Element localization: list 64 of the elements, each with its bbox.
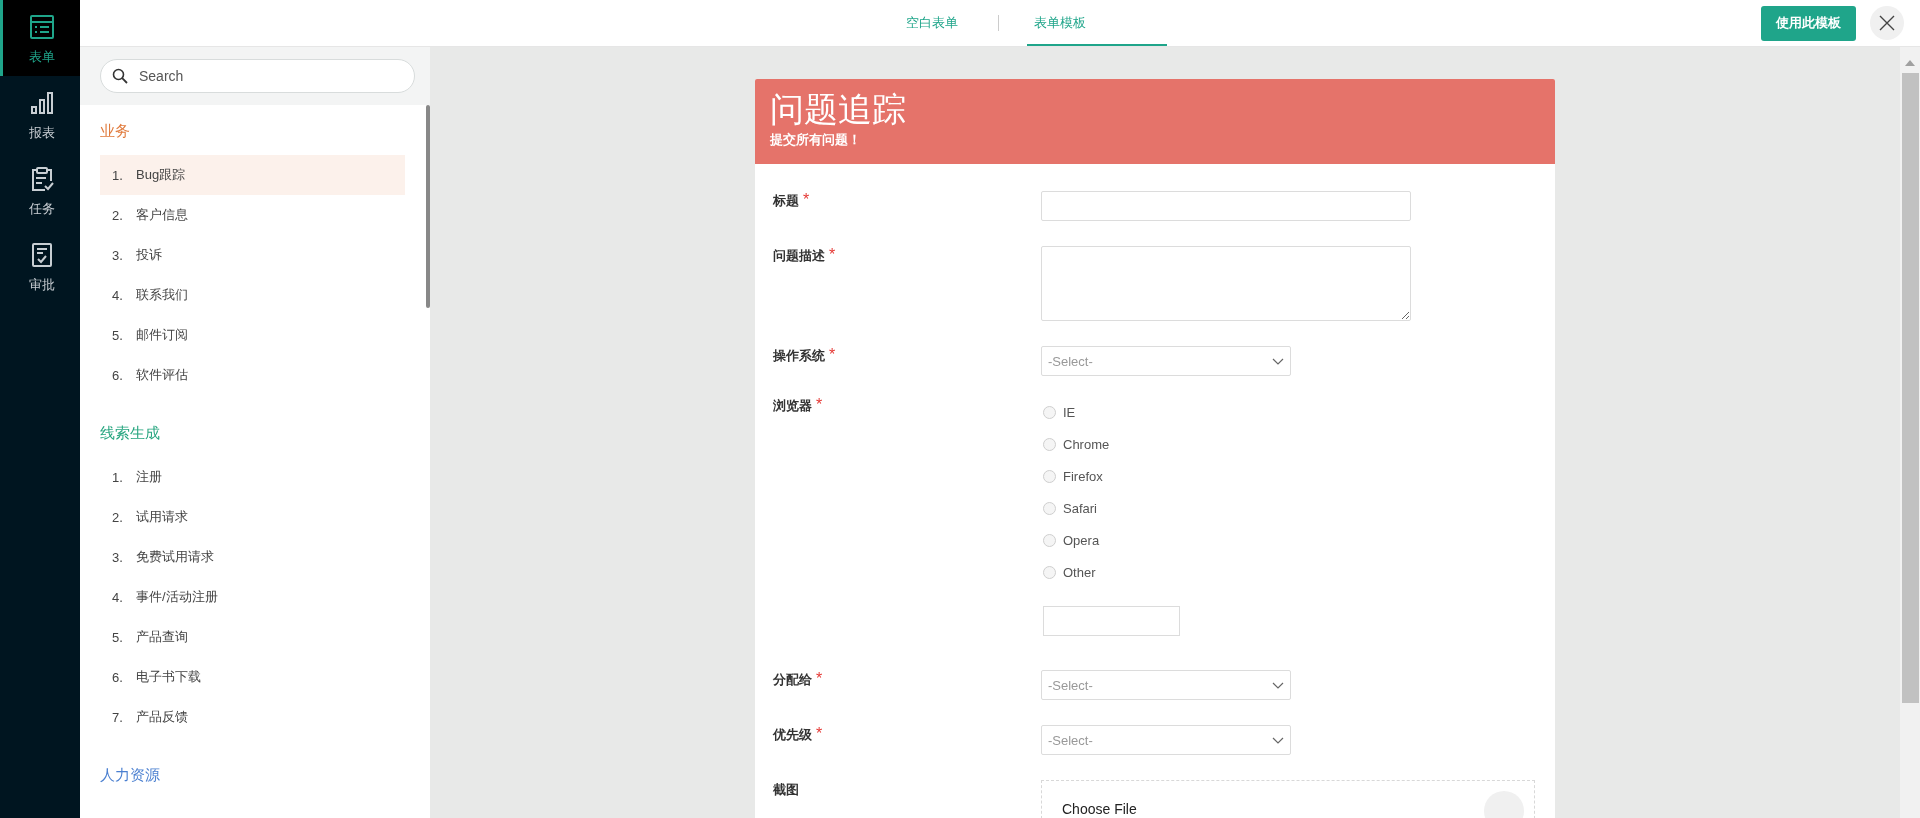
choose-file-button[interactable]: Choose File: [1062, 799, 1137, 818]
template-list-item[interactable]: 4. 事件/活动注册: [100, 577, 405, 617]
template-list-item[interactable]: 5. 产品查询: [100, 617, 405, 657]
search-field[interactable]: Search: [100, 59, 415, 93]
required-mark: *: [829, 346, 836, 363]
required-mark: *: [803, 191, 810, 208]
required-mark: *: [829, 246, 836, 263]
field-label: 分配给: [773, 671, 812, 687]
field-label: 标题: [773, 192, 799, 208]
section-title: 人力资源: [100, 765, 161, 785]
radio-button[interactable]: [1043, 565, 1056, 579]
close-button[interactable]: [1870, 6, 1904, 40]
file-dropzone[interactable]: Choose File: [1041, 780, 1535, 818]
template-list-item[interactable]: 2. 客户信息: [100, 195, 405, 235]
radio-button[interactable]: [1043, 533, 1056, 547]
nav-rail-item[interactable]: 报表: [0, 76, 80, 152]
radio-button[interactable]: [1043, 405, 1056, 419]
radio-option[interactable]: Chrome: [1041, 428, 1110, 460]
template-list-item[interactable]: 1. 注册: [100, 457, 405, 497]
scrollbar-thumb[interactable]: [426, 105, 430, 308]
nav-rail-item[interactable]: 表单: [0, 0, 80, 76]
chevron-down-icon: [1272, 357, 1284, 365]
search-icon: [112, 68, 128, 84]
template-list-item[interactable]: 6. 软件评估: [100, 355, 405, 395]
form-title: 问题追踪: [770, 89, 907, 129]
radio-button[interactable]: [1043, 501, 1056, 515]
template-list-item[interactable]: 2. 试用请求: [100, 497, 405, 537]
template-list-item[interactable]: 1. Bug跟踪: [100, 155, 405, 195]
form-icon: [27, 13, 56, 41]
required-mark: *: [816, 670, 823, 687]
textarea-field[interactable]: [1041, 246, 1411, 321]
required-mark: *: [816, 396, 823, 413]
nav-rail-item[interactable]: 任务: [0, 152, 80, 228]
field-label: 操作系统: [773, 347, 825, 363]
field-label: 问题描述: [773, 247, 825, 263]
field-label: 截图: [773, 781, 799, 797]
close-icon: [1879, 15, 1895, 31]
radio-option[interactable]: Safari: [1041, 492, 1097, 524]
field-label: 优先级: [773, 726, 812, 742]
section-title: 线索生成: [100, 423, 161, 443]
template-list-item[interactable]: 3. 投诉: [100, 235, 405, 275]
section-title: 业务: [100, 121, 131, 141]
template-list-item[interactable]: 3. 免费试用请求: [100, 537, 405, 577]
nav-rail-item[interactable]: 审批: [0, 228, 80, 304]
scrollbar[interactable]: [1900, 47, 1920, 818]
template-list-item[interactable]: 7. 产品反馈: [100, 697, 405, 737]
chevron-down-icon: [1272, 681, 1284, 689]
required-mark: *: [816, 725, 823, 742]
template-list-item[interactable]: 6. 电子书下载: [100, 657, 405, 697]
text-field[interactable]: [1041, 191, 1411, 221]
radio-button[interactable]: [1043, 437, 1056, 451]
template-list-item[interactable]: 4. 联系我们: [100, 275, 405, 315]
chevron-down-icon: [1272, 736, 1284, 744]
radio-option[interactable]: IE: [1041, 396, 1076, 428]
radio-option[interactable]: Opera: [1041, 524, 1100, 556]
field-label: 浏览器: [773, 397, 812, 413]
other-text-field[interactable]: [1043, 606, 1180, 636]
template-list-item[interactable]: 5. 邮件订阅: [100, 315, 405, 355]
radio-button[interactable]: [1043, 469, 1056, 483]
scroll-up-arrow-icon[interactable]: [1905, 60, 1915, 66]
scrollbar-thumb[interactable]: [1901, 73, 1919, 703]
radio-option[interactable]: Firefox: [1041, 460, 1103, 492]
form-subtitle: 提交所有问题！: [770, 131, 862, 149]
radio-option[interactable]: Other: [1041, 556, 1096, 588]
